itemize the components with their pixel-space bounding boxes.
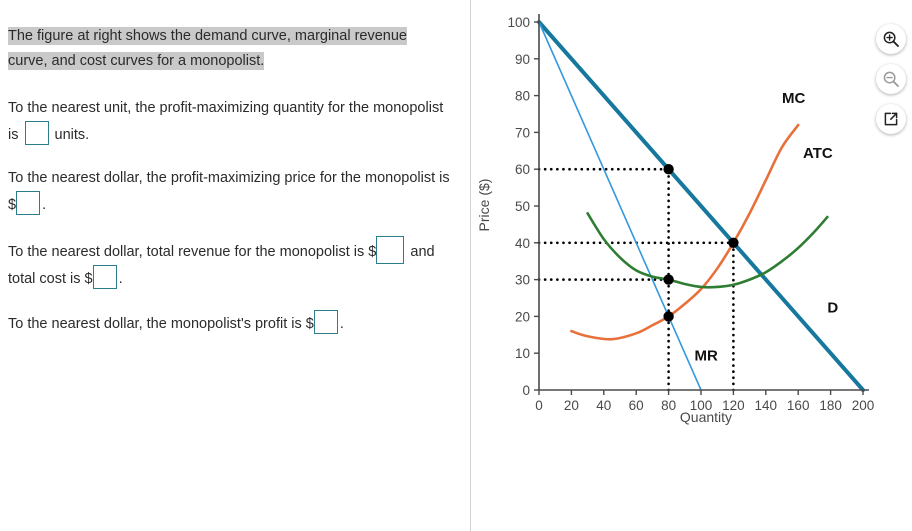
question-3-text-part1: To the nearest dollar, total revenue for…	[8, 244, 377, 260]
open-in-new-icon	[884, 112, 898, 126]
y-tick-label: 20	[515, 309, 530, 324]
monopolist-graph: 0 20 40 60 80 100 120 140 160 180 200 0 10 20 30 40 50 60…	[471, 0, 881, 440]
y-tick-label: 100	[507, 15, 530, 30]
question-2-text-part2: .	[42, 197, 47, 213]
question-1: To the nearest unit, the profit-maximizi…	[8, 96, 450, 148]
total-cost-input[interactable]	[92, 265, 117, 289]
mc-demand-point	[728, 237, 739, 248]
curve-atc	[586, 212, 829, 289]
x-axis-label: Quantity	[680, 409, 732, 425]
quantity-input[interactable]	[24, 121, 49, 145]
curve-d	[537, 20, 865, 392]
question-pane: The figure at right shows the demand cur…	[0, 0, 462, 531]
question-4-text-part1: To the nearest dollar, the monopolist's …	[8, 316, 314, 332]
figure-toolbar	[874, 24, 908, 134]
y-tick-label: 10	[515, 346, 530, 361]
y-tick-label: 40	[515, 236, 530, 251]
question-3-text-part3: .	[118, 271, 123, 287]
open-in-new-window-button[interactable]	[876, 104, 906, 134]
mr-mc-point	[663, 311, 674, 322]
x-tick-label: 60	[629, 398, 644, 413]
question-1-text-part2: units.	[54, 127, 90, 143]
atc-point	[663, 274, 674, 285]
y-axis-label: Price ($)	[476, 179, 492, 232]
y-tick-label: 80	[515, 89, 530, 104]
curve-label-mc: MC	[782, 90, 805, 107]
axes-group	[538, 14, 869, 391]
profit-input[interactable]	[313, 310, 338, 334]
x-tick-label: 180	[819, 398, 842, 413]
price-point	[663, 164, 674, 175]
x-tick-label: 0	[535, 398, 543, 413]
zoom-in-button[interactable]	[876, 24, 906, 54]
figure-pane: 0 20 40 60 80 100 120 140 160 180 200 0 10 20 30 40 50 60…	[471, 0, 912, 531]
question-2-text-part1: To the nearest dollar, the profit-maximi…	[8, 170, 450, 213]
zoom-in-icon	[883, 31, 899, 47]
x-tick-label: 200	[852, 398, 875, 413]
y-tick-label: 60	[515, 162, 530, 177]
total-revenue-input[interactable]	[376, 236, 405, 264]
zoom-out-icon	[883, 71, 899, 87]
intro-paragraph: The figure at right shows the demand cur…	[8, 24, 450, 74]
x-tick-label: 140	[755, 398, 778, 413]
y-tick-label: 30	[515, 273, 530, 288]
curve-label-d: D	[827, 300, 838, 317]
y-tick-label: 0	[522, 383, 530, 398]
curve-label-mr: MR	[695, 348, 718, 365]
curve-mr	[538, 21, 702, 391]
zoom-out-button[interactable]	[876, 64, 906, 94]
question-2: To the nearest dollar, the profit-maximi…	[8, 166, 450, 218]
x-tick-label: 160	[787, 398, 810, 413]
chart-svg: 0 20 40 60 80 100 120 140 160 180 2000102030405060…	[476, 14, 875, 425]
question-4: To the nearest dollar, the monopolist's …	[8, 310, 450, 337]
y-tick-label: 90	[515, 52, 530, 67]
y-tick-label: 70	[515, 125, 530, 140]
x-tick-label: 80	[661, 398, 676, 413]
x-tick-label: 20	[564, 398, 579, 413]
curves-group	[537, 20, 865, 392]
question-3: To the nearest dollar, total revenue for…	[8, 236, 450, 292]
intro-highlighted-text: The figure at right shows the demand cur…	[8, 27, 407, 70]
y-tick-label: 50	[515, 199, 530, 214]
curve-label-atc: ATC	[803, 145, 833, 162]
x-tick-label: 40	[596, 398, 611, 413]
question-4-text-part2: .	[339, 316, 344, 332]
curve-mc	[570, 123, 800, 341]
price-input[interactable]	[16, 191, 41, 215]
